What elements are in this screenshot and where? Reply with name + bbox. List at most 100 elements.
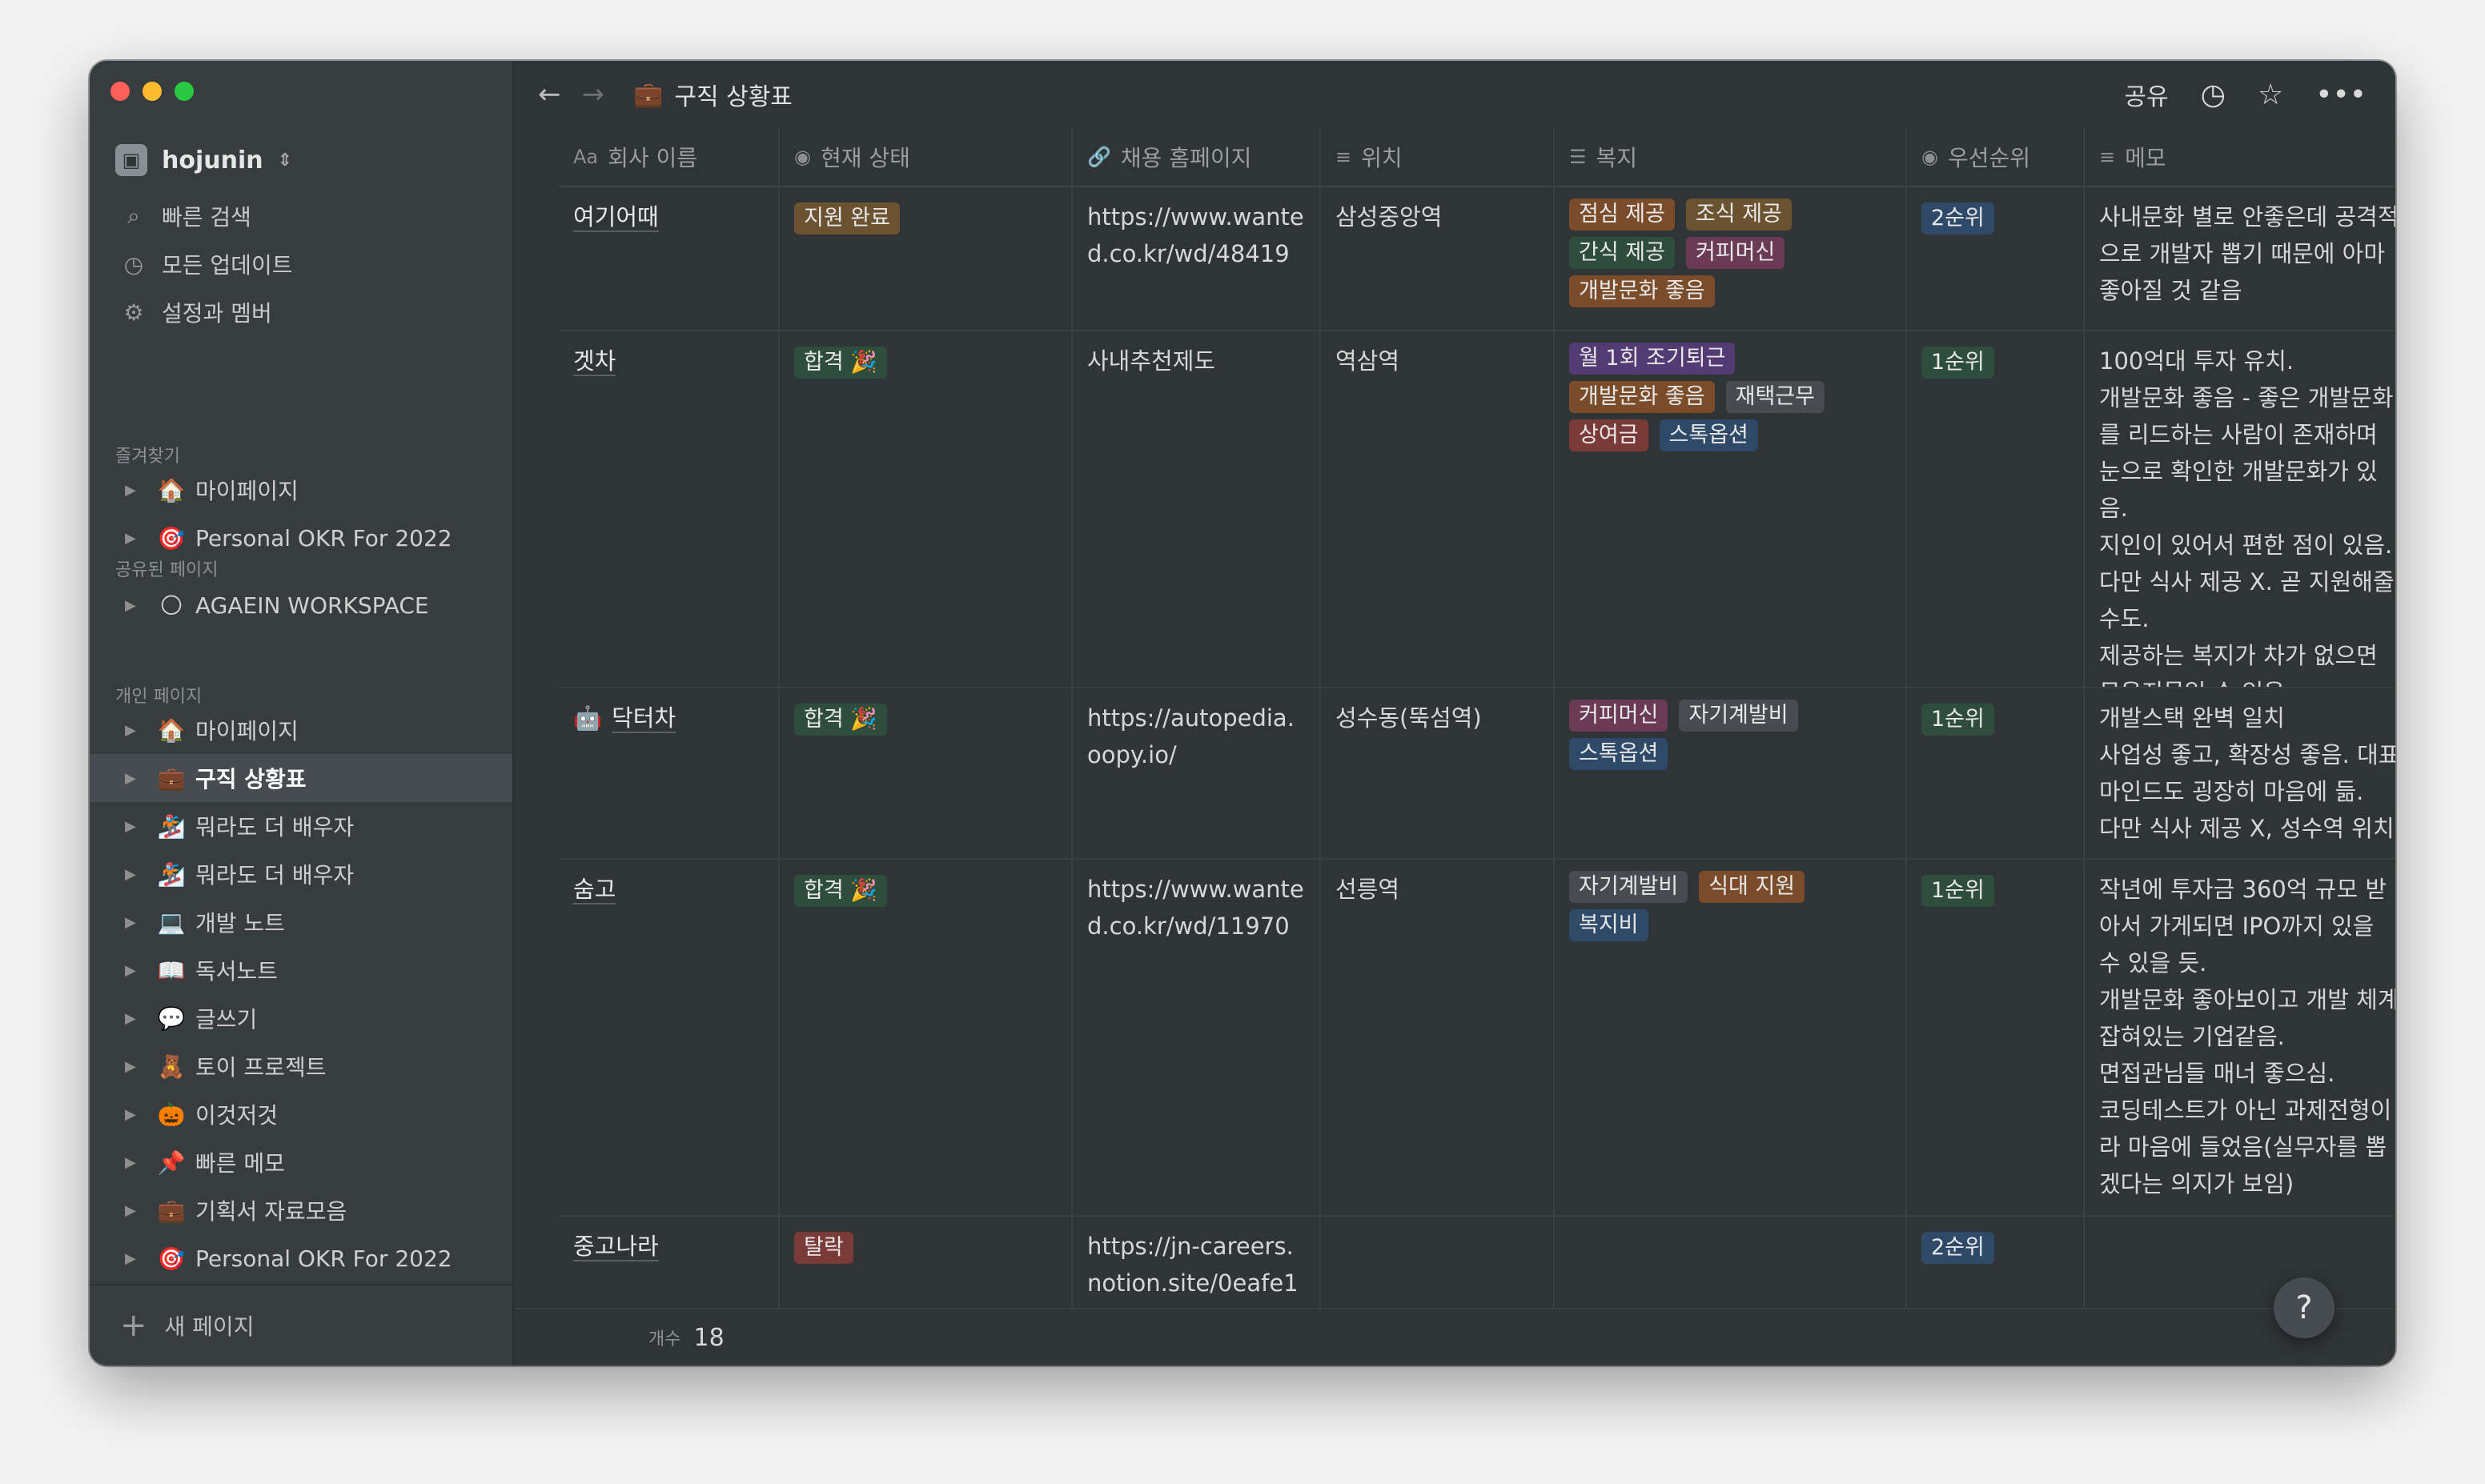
url-cell[interactable]: 사내추천제도 <box>1073 331 1321 687</box>
table-row: 겟차 합격 🎉 사내추천제도 역삼역 월 1회 조기퇴근 개발문화 좋음 재택근무 상여금 스톡… <box>559 331 2395 688</box>
star-icon[interactable]: ☆ <box>2258 78 2283 111</box>
welfare-tag: 커피머신 <box>1569 700 1668 732</box>
sidebar-menu-item[interactable]: ⚙ 설정과 멤버 <box>109 288 500 336</box>
forward-arrow-icon[interactable]: → <box>582 78 605 110</box>
memo-cell[interactable]: 개발스택 완벽 일치 사업성 좋고, 확장성 좋음. 대표 마인드도 굉장히 마… <box>2085 688 2395 858</box>
expand-arrow-icon[interactable]: ▶ <box>125 1010 154 1027</box>
sidebar-page-item[interactable]: ▶ 🏂 뭐라도 더 배우자 <box>90 850 512 898</box>
company-name-cell[interactable]: 여기어때 <box>559 187 780 330</box>
column-type-icon: ◉ <box>1921 146 1938 168</box>
memo-cell[interactable]: 사내문화 별로 안좋은데 공격적으로 개발자 뽑기 때문에 아마 좋아질 것 같… <box>2085 187 2395 330</box>
welfare-tag: 스톡옵션 <box>1569 738 1668 770</box>
status-cell[interactable]: 합격 🎉 <box>780 860 1073 1215</box>
location-cell[interactable]: 삼성중앙역 <box>1321 187 1555 330</box>
expand-arrow-icon[interactable]: ▶ <box>125 962 154 979</box>
memo-cell[interactable]: 100억대 투자 유치. 개발문화 좋음 - 좋은 개발문화를 리드하는 사람이… <box>2085 331 2395 687</box>
expand-arrow-icon[interactable]: ▶ <box>125 1106 154 1123</box>
expand-arrow-icon[interactable]: ▶ <box>125 1154 154 1171</box>
new-page-button[interactable]: + 새 페이지 <box>90 1284 512 1366</box>
url-cell[interactable]: https://www.wanted.co.kr/wd/48419 <box>1073 187 1321 330</box>
sidebar-page-item[interactable]: ▶ 🎯 Personal OKR For 2022 <box>90 514 512 562</box>
status-cell[interactable]: 합격 🎉 <box>780 331 1073 687</box>
sidebar-page-item[interactable]: ▶ 📖 독서노트 <box>90 946 512 994</box>
new-page-label: 새 페이지 <box>164 1314 255 1340</box>
help-button[interactable]: ? <box>2274 1277 2334 1338</box>
location-cell[interactable]: 선릉역 <box>1321 860 1555 1215</box>
column-header[interactable]: Aa 회사 이름 <box>559 128 780 186</box>
status-cell[interactable]: 탈락 <box>780 1217 1073 1310</box>
status-cell[interactable]: 합격 🎉 <box>780 688 1073 858</box>
sidebar-page-item[interactable]: ▶ 🏂 뭐라도 더 배우자 <box>90 802 512 850</box>
location-cell[interactable]: 성수동(뚝섬역) <box>1321 688 1555 858</box>
expand-arrow-icon[interactable]: ▶ <box>125 770 154 787</box>
priority-cell[interactable]: 2순위 <box>1907 187 2085 330</box>
sidebar-page-item[interactable]: ▶ 📌 빠른 메모 <box>90 1138 512 1186</box>
sidebar-page-item[interactable]: ▶ 🎃 이것저것 <box>90 1090 512 1138</box>
sidebar-page-item[interactable]: ▶ 💼 기획서 자료모음 <box>90 1186 512 1234</box>
welfare-cell[interactable] <box>1555 1217 1907 1310</box>
expand-arrow-icon[interactable]: ▶ <box>125 1250 154 1267</box>
sidebar-page-item[interactable]: ▶ 🧸 토이 프로젝트 <box>90 1042 512 1090</box>
sidebar-page-item[interactable]: ▶ 💼 구직 상황표 <box>90 754 512 802</box>
url-cell[interactable]: https://autopedia.oopy.io/ <box>1073 688 1321 858</box>
share-button[interactable]: 공유 <box>2124 77 2168 112</box>
workspace-switcher[interactable]: ▣ hojunin ⇕ <box>115 138 292 182</box>
status-cell[interactable]: 지원 완료 <box>780 187 1073 330</box>
minimize-window-button[interactable] <box>143 82 162 101</box>
column-header[interactable]: ◉ 우선순위 <box>1907 128 2085 186</box>
topbar: ← → 💼 구직 상황표 공유 ◷ ☆ ••• <box>514 61 2395 128</box>
priority-cell[interactable]: 1순위 <box>1907 688 2085 858</box>
sidebar-page-label: 뭐라도 더 배우자 <box>195 814 355 840</box>
close-window-button[interactable] <box>110 82 130 101</box>
column-header[interactable]: ◉ 현재 상태 <box>780 128 1073 186</box>
page-emoji-icon: 🏂 <box>157 812 186 840</box>
sidebar-page-item[interactable]: ▶ 🏠 마이페이지 <box>90 706 512 754</box>
welfare-cell[interactable]: 커피머신 자기계발비 스톡옵션 <box>1555 688 1907 858</box>
memo-cell[interactable] <box>2085 1217 2395 1310</box>
sidebar-menu-item[interactable]: ⌕ 빠른 검색 <box>109 192 500 240</box>
column-header[interactable]: ≡ 메모 <box>2085 128 2395 186</box>
expand-arrow-icon[interactable]: ▶ <box>125 1202 154 1219</box>
expand-arrow-icon[interactable]: ▶ <box>125 914 154 931</box>
private-tree: ▶ 🏠 마이페이지 ▶ 💼 구직 상황표 ▶ 🏂 뭐라도 더 배우자 ▶ 🏂 뭐라도 더 배우자 ▶ 💻 개… <box>90 706 512 1282</box>
column-header-label: 채용 홈페이지 <box>1120 145 1252 171</box>
sidebar-page-item[interactable]: ▶ 🎯 Personal OKR For 2022 <box>90 1234 512 1282</box>
expand-arrow-icon[interactable]: ▶ <box>125 722 154 739</box>
expand-arrow-icon[interactable]: ▶ <box>125 818 154 835</box>
column-header[interactable]: 🔗 채용 홈페이지 <box>1073 128 1321 186</box>
priority-cell[interactable]: 1순위 <box>1907 860 2085 1215</box>
url-cell[interactable]: https://jn-careers.notion.site/0eafe1483… <box>1073 1217 1321 1310</box>
expand-arrow-icon[interactable]: ▶ <box>125 1058 154 1075</box>
sidebar-menu-item[interactable]: ◷ 모든 업데이트 <box>109 240 500 288</box>
memo-cell[interactable]: 작년에 투자금 360억 규모 받아서 가게되면 IPO까지 있을 수 있을 듯… <box>2085 860 2395 1215</box>
expand-arrow-icon[interactable]: ▶ <box>125 866 154 883</box>
history-clock-icon[interactable]: ◷ <box>2201 78 2226 111</box>
priority-cell[interactable]: 2순위 <box>1907 1217 2085 1310</box>
expand-arrow-icon[interactable]: ▶ <box>125 597 154 614</box>
sidebar-page-item[interactable]: ▶ 💬 글쓰기 <box>90 994 512 1042</box>
company-name-cell[interactable]: 중고나라 <box>559 1217 780 1310</box>
column-header[interactable]: ☰ 복지 <box>1555 128 1907 186</box>
priority-cell[interactable]: 1순위 <box>1907 331 2085 687</box>
company-name-cell[interactable]: 🤖 닥터차 <box>559 688 780 858</box>
column-header[interactable]: ≡ 위치 <box>1321 128 1555 186</box>
location-cell[interactable] <box>1321 1217 1555 1310</box>
expand-arrow-icon[interactable]: ▶ <box>125 530 154 547</box>
company-name-cell[interactable]: 겟차 <box>559 331 780 687</box>
location-text: 역삼역 <box>1335 347 1400 375</box>
back-arrow-icon[interactable]: ← <box>538 78 561 110</box>
company-name-cell[interactable]: 숨고 <box>559 860 780 1215</box>
more-options-icon[interactable]: ••• <box>2315 78 2367 111</box>
sidebar-page-item[interactable]: ▶ 💻 개발 노트 <box>90 898 512 946</box>
sidebar-page-item[interactable]: ▶ 🌕 AGAEIN WORKSPACE <box>90 581 512 629</box>
location-text: 선릉역 <box>1335 876 1400 903</box>
breadcrumb[interactable]: 💼 구직 상황표 <box>633 77 793 112</box>
maximize-window-button[interactable] <box>175 82 194 101</box>
welfare-cell[interactable]: 자기계발비 식대 지원 복지비 <box>1555 860 1907 1215</box>
sidebar-page-item[interactable]: ▶ 🏠 마이페이지 <box>90 466 512 514</box>
url-cell[interactable]: https://www.wanted.co.kr/wd/11970 <box>1073 860 1321 1215</box>
expand-arrow-icon[interactable]: ▶ <box>125 482 154 499</box>
location-cell[interactable]: 역삼역 <box>1321 331 1555 687</box>
welfare-cell[interactable]: 월 1회 조기퇴근 개발문화 좋음 재택근무 상여금 스톡옵션 <box>1555 331 1907 687</box>
welfare-cell[interactable]: 점심 제공 조식 제공 간식 제공 커피머신 개발문화 좋음 <box>1555 187 1907 330</box>
